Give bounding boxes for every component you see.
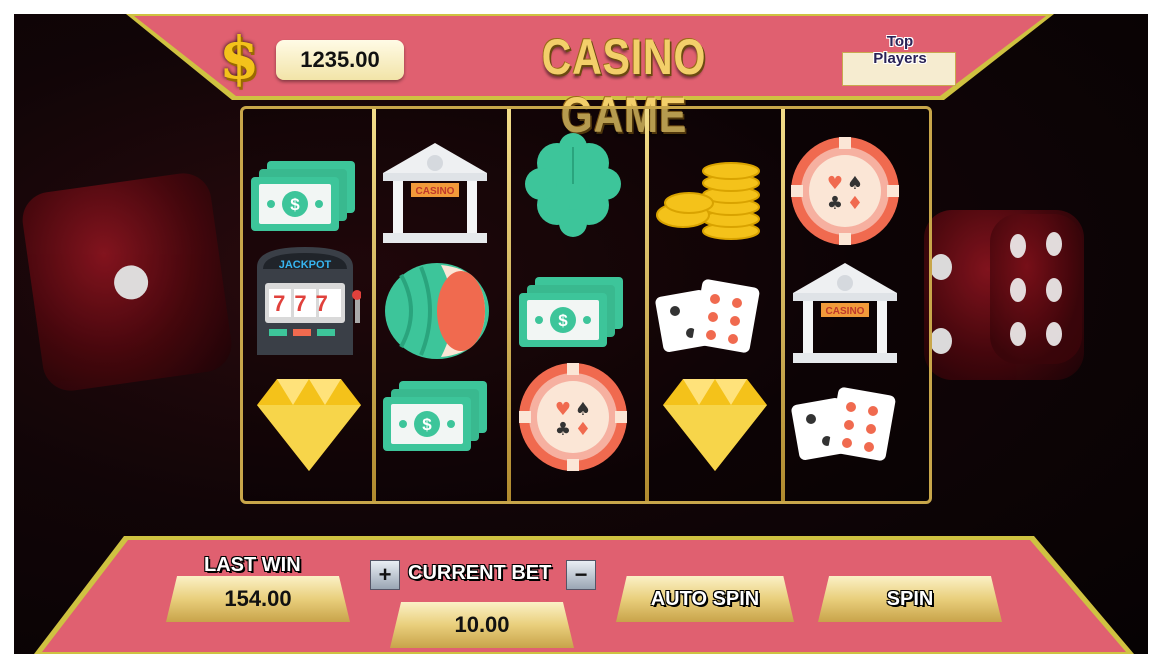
svg-text:$: $ [558,311,568,330]
dice-icon [791,387,896,461]
jackpot-text: JACKPOT [279,259,332,271]
svg-text:$: $ [422,415,432,434]
svg-text:♦: ♦ [575,419,591,440]
background-die-left [19,169,235,395]
reel-divider [507,109,511,501]
current-bet-label: CURRENT BET [408,562,552,584]
die-pip [111,263,151,302]
decrease-bet-button[interactable]: − [566,560,596,590]
balance-display: 1235.00 [276,40,404,80]
balance-value: 1235.00 [300,47,380,72]
dice-icon [655,279,760,353]
die-pip [1010,278,1026,302]
top-players-button[interactable]: Top Players [842,33,956,86]
svg-text:♠: ♠ [575,399,591,420]
die-pip [930,328,952,354]
svg-text:♠: ♠ [847,173,863,194]
casino-sign-text: CASINO [826,306,865,317]
watermelon-icon [385,263,489,359]
diamond-icon [663,379,767,471]
spin-label: SPIN [886,587,934,610]
die-pip [1046,278,1062,302]
last-win-display: 154.00 [166,576,350,622]
auto-spin-button[interactable]: AUTO SPIN [616,576,794,622]
header-bar: $ 1235.00 CASINO GAME Top Players [14,14,1148,143]
current-bet-display: 10.00 [390,602,574,648]
minus-icon: − [574,562,588,587]
last-win-value: 154.00 [224,586,292,611]
clover-icon [525,133,621,237]
svg-text:♣: ♣ [555,419,571,440]
coin-stack-icon [656,162,760,240]
svg-text:♦: ♦ [847,193,863,214]
reel-divider [372,109,376,501]
auto-spin-label: AUTO SPIN [650,587,760,610]
casino-building-icon: CASINO [383,143,487,243]
svg-text:$: $ [290,195,300,214]
die-pip [1010,322,1026,346]
poker-chip-icon: ♥ ♠ ♣ ♦ [519,363,627,471]
casino-sign-text: CASINO [416,186,455,197]
plus-icon: + [378,562,392,587]
current-bet-value: 10.00 [454,612,510,637]
slot-reels: $ JACKPOT 777 CASINO $ $ ♥ ♠ ♣ ♦ ♥ ♠ ♣ ♦… [240,106,932,504]
increase-bet-button[interactable]: + [370,560,400,590]
slot-machine-icon: JACKPOT 777 [257,247,361,355]
sevens-text: 777 [273,291,337,316]
cash-stack-icon: $ [383,381,487,451]
svg-text:♥: ♥ [555,399,571,420]
reel-divider [781,109,785,501]
svg-text:♣: ♣ [827,193,843,214]
background-die-far-right [990,214,1082,364]
control-panel: LAST WIN 154.00 + CURRENT BET − 10.00 AU… [14,532,1148,654]
die-pip [1046,322,1062,346]
dollar-icon: $ [219,24,260,92]
reel-divider [645,109,649,501]
die-pip [1046,232,1062,256]
die-pip [930,254,952,280]
game-screen: $ 1235.00 CASINO GAME Top Players $ JACK… [14,14,1148,654]
casino-building-icon: CASINO [793,263,897,363]
diamond-icon [257,379,361,471]
svg-text:♥: ♥ [827,173,843,194]
poker-chip-icon: ♥ ♠ ♣ ♦ [791,137,899,245]
spin-button[interactable]: SPIN [818,576,1002,622]
last-win-label: LAST WIN [204,554,301,576]
top-players-label: Top Players [873,33,927,67]
die-pip [1010,234,1026,258]
